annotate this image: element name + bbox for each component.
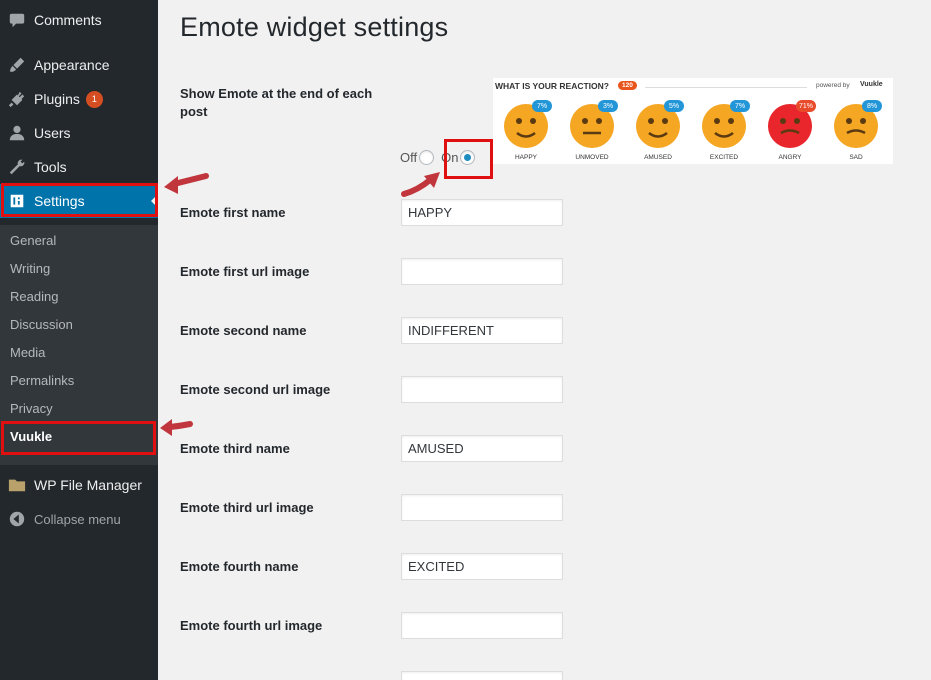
collapse-menu-button[interactable]: Collapse menu — [0, 502, 158, 536]
collapse-menu-label: Collapse menu — [34, 511, 121, 527]
preview-emote-label: HAPPY — [514, 154, 538, 161]
preview-emote-label: AMUSED — [644, 154, 672, 161]
plugins-icon — [0, 90, 34, 108]
preview-emote-percent: 3% — [598, 100, 618, 112]
field-label-second-name: Emote second name — [180, 323, 307, 338]
radio-off[interactable] — [419, 150, 435, 165]
field-label-first-name: Emote first name — [180, 205, 286, 220]
preview-count-badge: 120 — [618, 81, 637, 90]
highlight-on-radio-box — [444, 139, 493, 179]
preview-vuukle-logo: Vuukle — [860, 81, 883, 88]
main-content: Emote widget settings Show Emote at the … — [158, 0, 931, 680]
fourth-url-input[interactable] — [401, 612, 563, 639]
collapse-icon — [0, 510, 34, 528]
preview-emote-label: EXCITED — [709, 154, 739, 161]
third-name-input[interactable]: AMUSED — [401, 435, 563, 462]
preview-title: WHAT IS YOUR REACTION? — [495, 81, 609, 91]
tools-icon — [0, 158, 34, 176]
radio-off-label: Off — [400, 150, 418, 165]
appearance-icon — [0, 56, 34, 74]
comments-icon — [0, 11, 34, 29]
menu-plugins[interactable]: Plugins 1 — [0, 82, 158, 116]
menu-plugins-label: Plugins — [34, 91, 80, 107]
field-label-first-url: Emote first url image — [180, 264, 310, 279]
menu-file-manager[interactable]: WP File Manager — [0, 468, 158, 502]
field-label-fourth-url: Emote fourth url image — [180, 618, 323, 633]
first-url-input[interactable] — [401, 258, 563, 285]
submenu-permalinks[interactable]: Permalinks — [10, 373, 74, 388]
preview-emote-percent: 71% — [796, 100, 816, 112]
third-url-input[interactable] — [401, 494, 563, 521]
admin-sidebar: Comments Appearance Plugins 1 Users Tool… — [0, 0, 158, 680]
fifth-name-input-partial[interactable] — [401, 671, 563, 680]
users-icon — [0, 124, 34, 142]
highlight-vuukle-box — [1, 421, 156, 455]
plugins-update-badge: 1 — [85, 90, 103, 108]
preview-emote-percent: 5% — [664, 100, 684, 112]
menu-comments-label: Comments — [34, 12, 102, 28]
second-name-input[interactable]: INDIFFERENT — [401, 317, 563, 344]
preview-emote-label: UNMOVED — [575, 154, 609, 161]
menu-users-label: Users — [34, 125, 71, 141]
arrow-to-vuukle — [160, 419, 193, 436]
submenu-privacy[interactable]: Privacy — [10, 401, 53, 416]
submenu-general[interactable]: General — [10, 233, 56, 248]
menu-file-manager-label: WP File Manager — [34, 477, 142, 493]
submenu-writing[interactable]: Writing — [10, 261, 50, 276]
fourth-name-input[interactable]: EXCITED — [401, 553, 563, 580]
preview-emote-percent: 8% — [862, 100, 882, 112]
field-label-second-url: Emote second url image — [180, 382, 331, 397]
menu-tools[interactable]: Tools — [0, 150, 158, 184]
highlight-settings-box — [1, 183, 158, 217]
preview-powered-by: powered by — [816, 82, 850, 89]
menu-tools-label: Tools — [34, 159, 67, 175]
emote-preview-image: WHAT IS YOUR REACTION? 120 powered by Vu… — [493, 78, 893, 164]
preview-divider — [645, 87, 807, 88]
field-label-third-url: Emote third url image — [180, 500, 314, 515]
arrow-to-on-radio — [401, 172, 440, 197]
menu-users[interactable]: Users — [0, 116, 158, 150]
show-emote-label: Show Emote at the end of each post — [180, 86, 373, 119]
preview-emote-percent: 7% — [532, 100, 552, 112]
submenu-reading[interactable]: Reading — [10, 289, 58, 304]
second-url-input[interactable] — [401, 376, 563, 403]
first-name-input[interactable]: HAPPY — [401, 199, 563, 226]
preview-emote-label: ANGRY — [778, 154, 802, 161]
menu-appearance[interactable]: Appearance — [0, 48, 158, 82]
field-label-third-name: Emote third name — [180, 441, 290, 456]
page-title: Emote widget settings — [180, 12, 449, 42]
preview-emote-label: SAD — [849, 154, 863, 161]
field-label-fourth-name: Emote fourth name — [180, 559, 299, 574]
menu-appearance-label: Appearance — [34, 57, 110, 73]
preview-emote-percent: 7% — [730, 100, 750, 112]
arrow-to-settings — [164, 173, 209, 194]
menu-comments[interactable]: Comments — [0, 3, 158, 37]
submenu-media[interactable]: Media — [10, 345, 45, 360]
folder-icon — [0, 476, 34, 494]
submenu-discussion[interactable]: Discussion — [10, 317, 73, 332]
